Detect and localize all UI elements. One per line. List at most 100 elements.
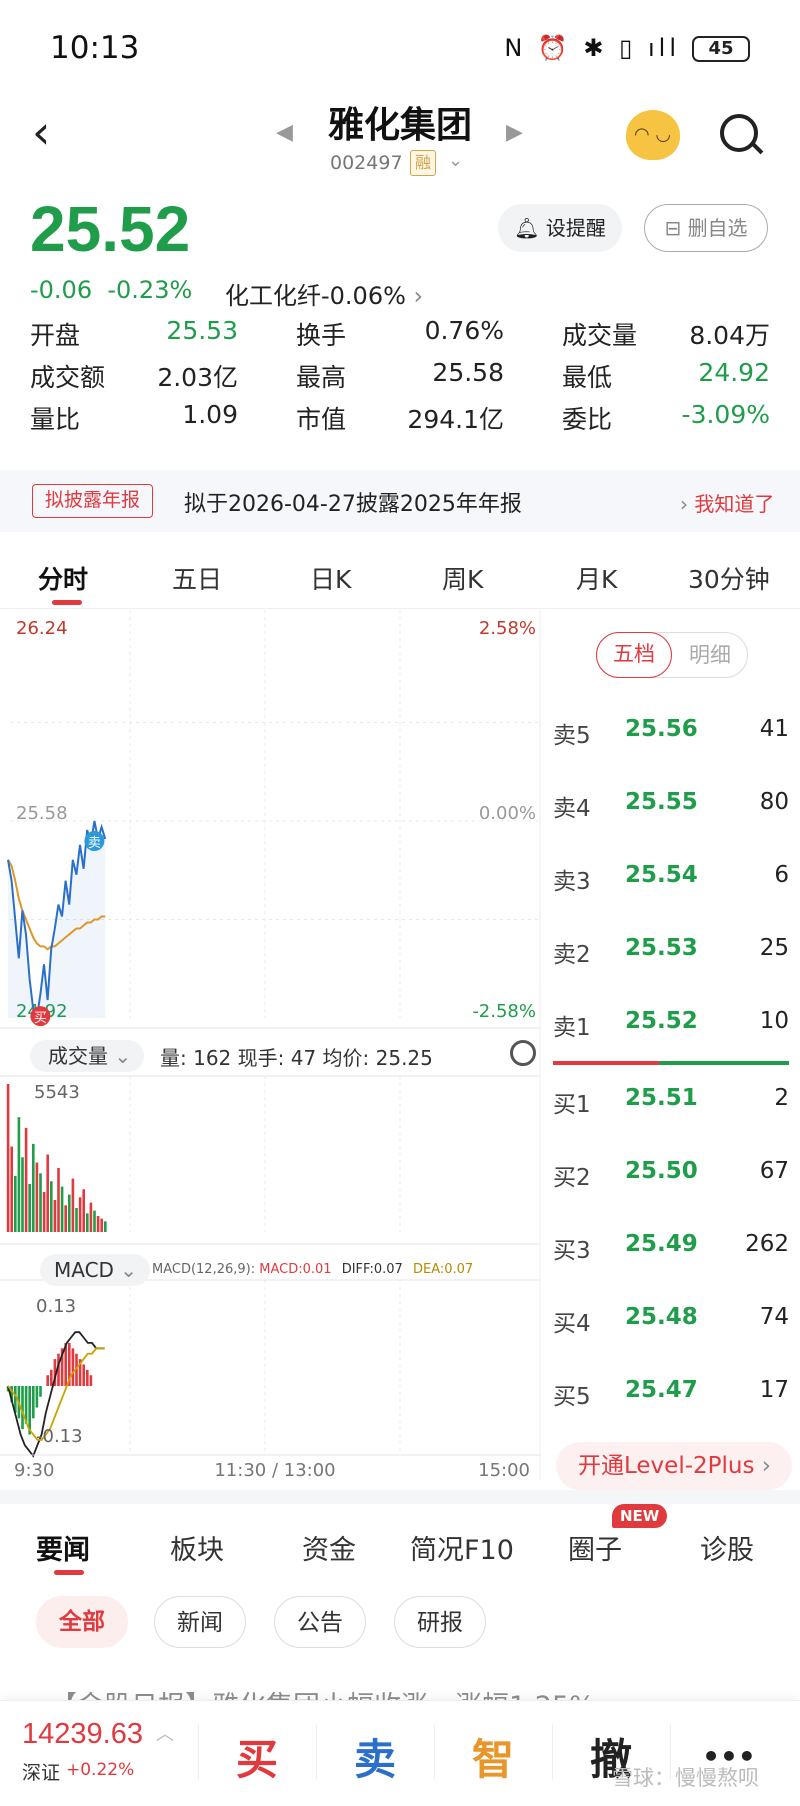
pct-label-mid: 0.00% — [479, 803, 536, 824]
news-tab[interactable]: 资金 — [302, 1528, 356, 1567]
orderbook-level: 买4 — [553, 1311, 591, 1337]
notice-dismiss[interactable]: › 我知道了 — [680, 488, 774, 517]
news-tab[interactable]: 要闻 — [36, 1528, 90, 1567]
volume-bar — [71, 1178, 75, 1232]
macd-bar — [21, 1386, 24, 1430]
orderbook-price: 25.55 — [625, 789, 698, 815]
orderbook-price: 25.47 — [625, 1377, 698, 1403]
volume-bar — [24, 1127, 28, 1232]
sell-button[interactable]: 卖 — [320, 1726, 430, 1787]
orderbook-volume: 80 — [759, 789, 789, 815]
y-label-top: 26.24 — [16, 618, 68, 639]
orderbook-volume: 10 — [759, 1008, 789, 1034]
volume-bar — [32, 1143, 35, 1232]
stat-label: 成交量 — [562, 321, 638, 350]
macd-bar — [39, 1386, 42, 1397]
macd-bar — [35, 1386, 39, 1408]
smart-button[interactable]: 智 — [438, 1726, 548, 1787]
news-tab[interactable]: 圈子 — [568, 1528, 622, 1567]
volume-bar — [75, 1207, 78, 1232]
chart-tab[interactable]: 周K — [442, 560, 483, 596]
orderbook-row[interactable]: 卖1 25.52 10 — [553, 1008, 789, 1044]
volume-selector[interactable]: 成交量 ⌄ — [30, 1040, 144, 1072]
news-tab[interactable]: 板块 — [170, 1528, 224, 1567]
orderbook-row[interactable]: 买2 25.50 67 — [553, 1158, 789, 1194]
index-change: +0.22% — [66, 1760, 135, 1780]
orderbook-volume: 6 — [774, 862, 789, 888]
filter-chip[interactable]: 新闻 — [154, 1596, 246, 1648]
volume-bar — [89, 1202, 93, 1232]
macd-bar — [86, 1369, 89, 1386]
news-tab[interactable]: 诊股 — [700, 1528, 754, 1567]
volume-bar — [57, 1167, 60, 1232]
filter-chip[interactable]: 公告 — [274, 1596, 366, 1648]
filter-chip[interactable]: 全部 — [36, 1596, 128, 1648]
chart-tab[interactable]: 五日 — [172, 560, 222, 596]
sector-link[interactable]: 化工化纤-0.06% › — [225, 276, 423, 311]
stat-label: 最高 — [296, 363, 347, 392]
section-gap — [0, 1490, 800, 1504]
macd-bar — [89, 1375, 93, 1386]
orderbook-row[interactable]: 卖4 25.55 80 — [553, 789, 789, 825]
chart-tab[interactable]: 日K — [310, 560, 351, 596]
chevron-down-icon: ⌄ — [113, 1258, 138, 1282]
level2-upgrade-button[interactable]: 开通Level-2Plus › — [556, 1442, 792, 1490]
x-label-midday: 11:30 / 13:00 — [214, 1460, 335, 1480]
sector-label: 化工化纤-0.06% — [225, 282, 406, 310]
chart-tab[interactable]: 月K — [576, 560, 617, 596]
divider — [316, 1724, 317, 1780]
chevron-right-icon: › — [761, 1453, 771, 1479]
volume-bar — [39, 1173, 42, 1232]
change-pct: -0.23% — [107, 276, 193, 304]
divider — [0, 608, 800, 609]
orderbook-row[interactable]: 卖5 25.56 41 — [553, 716, 789, 752]
macd-value: MACD:0.01 — [259, 1262, 332, 1277]
divider — [434, 1724, 435, 1780]
chart-tab[interactable]: 30分钟 — [688, 560, 770, 596]
orderbook-row[interactable]: 买5 25.47 17 — [553, 1377, 789, 1413]
buy-button[interactable]: 买 — [202, 1726, 312, 1787]
margin-badge: 融 — [410, 150, 436, 176]
orderbook-row[interactable]: 买1 25.51 2 — [553, 1085, 789, 1121]
chevron-right-icon: › — [413, 282, 424, 310]
dea-value: DEA:0.07 — [412, 1262, 474, 1277]
macd-bar — [71, 1348, 75, 1386]
chart-tab[interactable]: 分时 — [38, 560, 88, 596]
stat-value: 25.53 — [166, 316, 238, 345]
orderbook-row[interactable]: 卖2 25.53 25 — [553, 935, 789, 971]
orderbook-row[interactable]: 买4 25.48 74 — [553, 1304, 789, 1340]
orderbook-volume: 74 — [759, 1304, 789, 1330]
orderbook-row[interactable]: 买3 25.49 262 — [553, 1231, 789, 1267]
index-value[interactable]: 14239.63 — [22, 1718, 143, 1751]
macd-selector[interactable]: MACD ⌄ — [40, 1254, 150, 1286]
tab-five-levels[interactable]: 五档 — [596, 632, 672, 678]
divider — [198, 1724, 199, 1780]
settings-icon[interactable] — [510, 1040, 536, 1066]
chevron-up-icon: ︿ — [156, 1724, 174, 1745]
watermark: 雪球：慢慢熬呗 — [612, 1766, 759, 1790]
chevron-down-icon[interactable]: ⌄ — [448, 150, 463, 171]
change-abs: -0.06 — [30, 276, 93, 304]
notice-text: 拟于2026-04-27披露2025年年报 — [184, 492, 522, 517]
stat-value: 8.04万 — [689, 321, 770, 350]
mascot-icon[interactable] — [626, 110, 680, 160]
news-tab-underline — [54, 1570, 84, 1575]
orderbook-level: 卖1 — [553, 1015, 591, 1041]
macd-params: MACD(12,26,9): — [152, 1262, 256, 1277]
volume-bar — [104, 1221, 107, 1232]
orderbook-row[interactable]: 卖3 25.54 6 — [553, 862, 789, 898]
macd-bar — [32, 1386, 35, 1419]
set-alert-button[interactable]: 🔔︎ 设提醒 — [498, 204, 622, 252]
orderbook-volume: 262 — [745, 1231, 789, 1257]
new-badge: NEW — [612, 1504, 668, 1528]
volume-bar — [21, 1157, 24, 1232]
news-tab[interactable]: 简况F10 — [410, 1528, 514, 1567]
remove-watchlist-button[interactable]: ⊟ 删自选 — [644, 204, 768, 252]
stock-code: 002497 — [330, 152, 403, 174]
stat-value: -3.09% — [681, 400, 770, 429]
orderbook-volume: 41 — [759, 716, 789, 742]
macd-bar — [50, 1369, 53, 1386]
macd-bottom-label: -0.13 — [36, 1426, 83, 1447]
tab-details[interactable]: 明细 — [672, 632, 748, 678]
filter-chip[interactable]: 研报 — [394, 1596, 486, 1648]
